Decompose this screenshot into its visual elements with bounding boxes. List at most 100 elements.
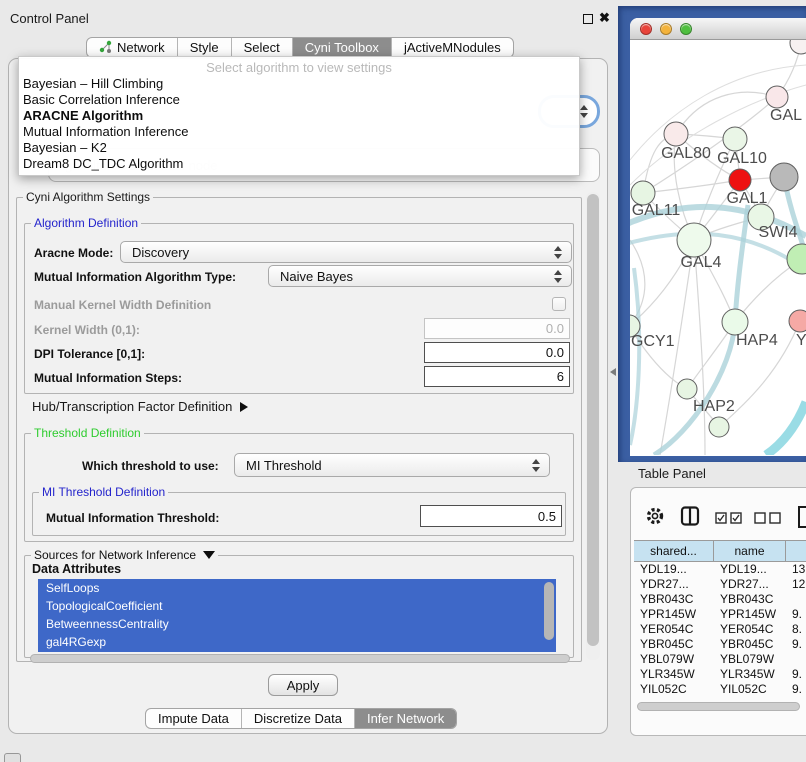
tab-infer-network[interactable]: Infer Network — [355, 709, 456, 728]
table-row[interactable]: YIL052CYIL052C9. — [634, 682, 806, 697]
table-cell: YPR145W — [634, 607, 714, 622]
settings-scrollbar-thumb[interactable] — [587, 194, 599, 646]
algorithm-option[interactable]: Dream8 DC_TDC Algorithm — [19, 156, 579, 172]
dpi-tolerance-input[interactable]: 0.0 — [424, 342, 570, 363]
table-column-header[interactable]: name — [714, 541, 786, 561]
settings-scrollbar-track[interactable] — [586, 192, 600, 660]
close-traffic-light-icon[interactable] — [640, 23, 652, 35]
minimize-traffic-light-icon[interactable] — [660, 23, 672, 35]
network-node-label: GAL11 — [632, 202, 681, 219]
table-row[interactable]: YER054CYER054C8. — [634, 622, 806, 637]
sources-legend-label[interactable]: Sources for Network Inference — [34, 548, 196, 562]
algorithm-option[interactable]: Bayesian – Hill Climbing — [19, 76, 579, 92]
network-window: GALGAL80GAL10GAL1GAL11SWI4GAL4GCY1HAP4YH… — [630, 18, 806, 456]
network-node[interactable] — [723, 127, 747, 151]
apply-button[interactable]: Apply — [268, 674, 338, 696]
table-cell: YDL19... — [714, 562, 786, 577]
mi-steps-input[interactable]: 6 — [424, 366, 570, 387]
table-row[interactable]: YBR043CYBR043C — [634, 592, 806, 607]
which-threshold-combo[interactable]: MI Threshold — [234, 453, 550, 477]
network-node[interactable] — [677, 223, 711, 257]
close-panel-icon[interactable]: ✖ — [599, 10, 610, 26]
network-edge[interactable] — [630, 268, 639, 445]
tab-jactivemnodules[interactable]: jActiveMNodules — [392, 38, 513, 57]
network-node[interactable] — [766, 86, 788, 108]
hub-expander[interactable]: Hub/Transcription Factor Definition — [32, 399, 248, 414]
table-cell: 13 — [786, 562, 806, 577]
mi-type-combo[interactable]: Naive Bayes — [268, 265, 572, 287]
panel-splitter-handle[interactable] — [610, 368, 616, 376]
network-edge[interactable] — [643, 180, 740, 193]
mi-threshold-input[interactable]: 0.5 — [420, 505, 562, 527]
table-row[interactable]: YPR145WYPR145W9. — [634, 607, 806, 622]
network-node[interactable] — [677, 379, 697, 399]
app-screen: Control Panel ✖ Network Style Select Cyn… — [0, 0, 806, 762]
settings-hscrollbar-thumb[interactable] — [30, 654, 570, 663]
tab-impute-data[interactable]: Impute Data — [146, 709, 242, 728]
data-attribute-item[interactable]: TopologicalCoefficient — [38, 597, 556, 615]
data-attribute-item[interactable]: gal4RGexp — [38, 633, 556, 651]
network-node[interactable] — [789, 310, 806, 332]
table-settings-gear-icon[interactable] — [645, 506, 665, 531]
tab-cyni-toolbox[interactable]: Cyni Toolbox — [293, 38, 392, 57]
control-panel-tabbar: Network Style Select Cyni Toolbox jActiv… — [86, 37, 514, 58]
tab-select[interactable]: Select — [232, 38, 293, 57]
table-row[interactable]: YLR345WYLR345W9. — [634, 667, 806, 682]
tab-discretize-data[interactable]: Discretize Data — [242, 709, 355, 728]
network-window-titlebar[interactable] — [630, 18, 806, 40]
select-all-icon[interactable] — [715, 511, 743, 529]
table-column-header[interactable]: A — [786, 541, 806, 561]
network-node-label: GAL — [770, 107, 802, 124]
network-node[interactable] — [790, 40, 806, 54]
data-attribute-item[interactable]: SelfLoops — [38, 579, 556, 597]
table-header-row[interactable]: shared...nameA — [634, 540, 806, 562]
node-table: shared...nameA YDL19...YDL19...13YDR27..… — [634, 540, 806, 697]
network-node-label: HAP4 — [736, 332, 778, 349]
table-cell: YLR345W — [634, 667, 714, 682]
network-node[interactable] — [729, 169, 751, 191]
network-edge[interactable] — [766, 402, 806, 455]
manual-kernel-label: Manual Kernel Width Definition — [34, 298, 211, 312]
network-canvas[interactable]: GALGAL80GAL10GAL1GAL11SWI4GAL4GCY1HAP4YH… — [630, 40, 806, 455]
deselect-all-icon[interactable] — [754, 511, 782, 529]
data-attribute-item[interactable]: BetweennessCentrality — [38, 615, 556, 633]
list-scrollbar-thumb[interactable] — [544, 582, 554, 640]
function-builder-icon[interactable] — [797, 505, 806, 534]
table-cell: YDL19... — [634, 562, 714, 577]
column-chooser-icon[interactable] — [680, 506, 700, 531]
table-column-header[interactable]: shared... — [634, 541, 714, 561]
algorithm-option[interactable]: ARACNE Algorithm — [19, 108, 579, 124]
table-cell: 9. — [786, 667, 806, 682]
tab-network[interactable]: Network — [87, 38, 178, 57]
table-hscrollbar-thumb[interactable] — [637, 702, 800, 711]
table-cell: 12 — [786, 577, 806, 592]
table-row[interactable]: YDL19...YDL19...13 — [634, 562, 806, 577]
table-row[interactable]: YBR045CYBR045C9. — [634, 637, 806, 652]
aracne-mode-combo[interactable]: Discovery — [120, 241, 572, 263]
network-node[interactable] — [709, 417, 729, 437]
dpi-tolerance-label: DPI Tolerance [0,1]: — [34, 347, 145, 361]
network-node[interactable] — [664, 122, 688, 146]
network-edge[interactable] — [694, 240, 705, 455]
table-cell: YER054C — [634, 622, 714, 637]
zoom-traffic-light-icon[interactable] — [680, 23, 692, 35]
tab-style[interactable]: Style — [178, 38, 232, 57]
table-row[interactable]: YBL079WYBL079W — [634, 652, 806, 667]
kernel-width-input[interactable]: 0.0 — [424, 318, 570, 339]
algorithm-dropdown-placeholder: Select algorithm to view settings — [19, 57, 579, 76]
network-node[interactable] — [770, 163, 798, 191]
algorithm-option[interactable]: Bayesian – K2 — [19, 140, 579, 156]
manual-kernel-checkbox[interactable] — [552, 297, 566, 311]
data-attributes-list[interactable]: SelfLoopsTopologicalCoefficientBetweenne… — [38, 579, 556, 652]
table-row[interactable]: YDR27...YDR27...12 — [634, 577, 806, 592]
network-edge[interactable] — [676, 92, 777, 134]
algorithm-option[interactable]: Basic Correlation Inference — [19, 92, 579, 108]
network-node-label: GAL80 — [661, 145, 711, 162]
table-cell: YBR043C — [634, 592, 714, 607]
float-panel-icon[interactable] — [583, 14, 593, 24]
algorithm-option[interactable]: Mutual Information Inference — [19, 124, 579, 140]
table-cell: YBR045C — [634, 637, 714, 652]
minimized-panel-icon[interactable] — [4, 753, 21, 762]
stepper-icon — [532, 459, 541, 472]
network-node[interactable] — [787, 244, 806, 274]
